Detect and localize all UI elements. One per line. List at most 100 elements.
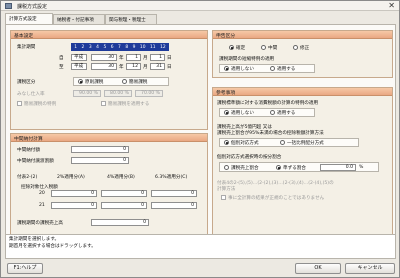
from-month-input[interactable]: 1 [126,54,141,61]
from-era-select[interactable]: 平成 [71,54,87,61]
special-check-label: 簡易課税の特例 [24,102,57,107]
cancel-button[interactable]: キャンセル [345,263,395,274]
month-8[interactable]: 8 [125,45,128,50]
basic-settings-panel: 基本設定 集計期間 1 2 3 4 5 6 7 8 9 10 11 12 自 平… [10,30,208,130]
grid-21-c[interactable]: 0 [151,202,197,209]
filing-interim-radio[interactable] [261,45,266,50]
tab-taxpayer[interactable]: 納税者・付記事項 [53,14,105,24]
from-year-input[interactable]: 30 [91,54,117,61]
filing-amend-radio[interactable] [293,45,298,50]
interim-amount-input[interactable]: 0 [71,146,129,153]
tax-type-simplified-radio[interactable] [122,79,127,84]
to-month-input[interactable]: 12 [126,63,141,70]
month-6[interactable]: 6 [111,45,114,50]
apply-simplified-checkbox[interactable] [101,101,106,106]
ref-q3-similar-radio[interactable] [276,165,281,170]
interim-row-label-2: 中間納付譲渡割額 [17,159,54,164]
ref-q2-proportional-radio[interactable] [280,140,285,145]
ref-q2-individual-radio[interactable] [224,140,229,145]
month-selector[interactable]: 1 2 3 4 5 6 7 8 9 10 11 12 [71,43,169,51]
month-2[interactable]: 2 [82,45,85,50]
ref-q3-similar-label: 準ずる割合 [283,166,306,171]
interim-transfer-input[interactable]: 0 [71,157,129,164]
ok-button[interactable]: OK [295,263,341,274]
tax-type-simplified-label: 簡易課税 [129,80,148,85]
month-12[interactable]: 12 [160,45,166,50]
ref-q2-proportional-label: 一括比例配分方式 [287,141,324,146]
apply-simplified-label: 簡易課税を適用する [108,102,150,107]
interim-panel: 中間納付計算 中間納付額 0 中間納付譲渡割額 0 付表2-(2) 2%適用分(… [10,133,208,241]
filing-apply-yes-radio[interactable] [270,66,275,71]
reference-panel: 参考事項 課税標準額に対する消費税額の計算の特例の適用 適用しない 適用する 課… [212,87,393,241]
filing-final-radio[interactable] [229,45,234,50]
refund-label: 課税期間の課税売上高 [17,221,63,226]
filing-apply-no-radio[interactable] [224,66,229,71]
filing-interim-label: 中間 [268,46,278,51]
to-day-input[interactable]: 31 [150,63,165,70]
month-3[interactable]: 3 [89,45,92,50]
basic-settings-header: 基本設定 [11,31,207,39]
message-area: 集計期間を選択します。 期首月を選択する場合はドラッグします。 [5,234,396,259]
month-5[interactable]: 5 [103,45,106,50]
tab-calc-method[interactable]: 計算方式設定 [5,13,53,24]
ref-q3-unit: % [359,165,364,170]
from-day-input[interactable]: 1 [150,54,165,61]
month-7[interactable]: 7 [118,45,121,50]
from-day-unit: 日 [167,56,172,61]
ref-q3-ratio-label: 課税売上割合 [231,166,259,171]
grid-20-b[interactable]: 0 [101,190,147,197]
tab-content: 基本設定 集計期間 1 2 3 4 5 6 7 8 9 10 11 12 自 平… [5,24,396,248]
help-button[interactable]: F1:ヘルプ [7,263,43,274]
grid-20-a[interactable]: 0 [51,190,97,197]
filing-panel: 申告区分 確定 中間 修正 課税期間の短縮特例の適用 適用しない 適用する [212,30,393,78]
deemed-ratio-2[interactable]: 80.00 % [104,90,132,97]
tax-type-principle-label: 原則課税 [85,80,104,85]
tab-accountant[interactable]: 関与税理・税理士 [105,14,157,24]
ref-note-checkbox[interactable] [221,195,226,200]
dialog-window: 課税方式設定 ✕ 計算方式設定 納税者・付記事項 関与税理・税理士 基本設定 集… [0,0,400,278]
to-era-select[interactable]: 平成 [71,63,87,70]
close-icon[interactable]: ✕ [388,1,395,11]
row-number-20: 20 [39,191,45,196]
ref-q2-group: 個別対応方式 一括比例配分方式 [219,138,359,147]
grid-21-b[interactable]: 0 [101,202,147,209]
to-year-input[interactable]: 30 [91,63,117,70]
ref-q3-label: 個別対応方式選択時の按分割合 [217,155,282,160]
ref-note-check-label: 事に全計算の結果が正規のことではありません [228,196,325,201]
ref-q1-group: 適用しない 適用する [219,108,315,117]
to-month-unit: 月 [143,65,148,70]
month-4[interactable]: 4 [96,45,99,50]
title-bar: 課税方式設定 ✕ [1,1,399,11]
refund-input[interactable]: 0 [91,219,149,226]
from-year-unit: 年 [119,56,124,61]
ref-q1-no-radio[interactable] [224,110,229,115]
month-11[interactable]: 11 [150,45,156,50]
month-10[interactable]: 10 [140,45,146,50]
deemed-ratio-3[interactable]: 70.00 % [135,90,163,97]
period-label: 集計期間 [17,45,36,50]
window-title: 課税方式設定 [17,4,48,10]
row-number-21: 21 [39,203,45,208]
app-icon [5,3,12,9]
month-9[interactable]: 9 [133,45,136,50]
deemed-ratio-1[interactable]: 90.00 % [73,90,101,97]
grid-20-c[interactable]: 0 [151,190,197,197]
col-header-c: 6.3%適用分(C) [155,175,188,180]
filing-header: 申告区分 [213,31,392,39]
month-1[interactable]: 1 [74,45,77,50]
to-year-unit: 年 [119,65,124,70]
filing-apply-label: 課税期間の短縮特例の適用 [219,57,275,62]
filing-final-label: 確定 [236,46,246,51]
ref-q2-label-b: 課税売上割合が95%未満の場合の控除税額計算方法 [217,131,324,136]
ref-q3-value-input[interactable]: 0.0 [320,164,356,171]
ref-q3-ratio-radio[interactable] [224,165,229,170]
col-header-a: 2%適用分(A) [57,175,85,180]
to-day-unit: 日 [167,65,172,70]
ref-q1-yes-label: 適用する [277,111,296,116]
grid-21-a[interactable]: 0 [51,202,97,209]
special-checkbox[interactable] [17,101,22,106]
ref-q3-group: 課税売上割合 準ずる割合 0.0 % [219,162,379,172]
ref-q1-yes-radio[interactable] [270,110,275,115]
filing-apply-no-label: 適用しない [231,67,254,72]
tax-type-principle-radio[interactable] [78,79,83,84]
